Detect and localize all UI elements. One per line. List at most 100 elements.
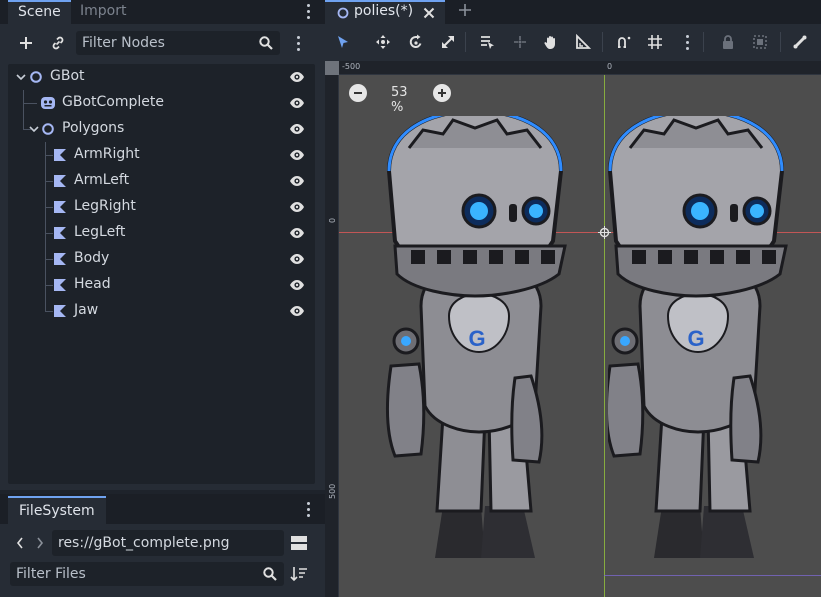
polygon2d-icon (52, 225, 68, 241)
tab-scene[interactable]: Scene (8, 0, 71, 24)
tree-item-label: Head (74, 276, 111, 292)
move-tool-icon[interactable] (371, 30, 395, 54)
grid-snap-icon[interactable] (643, 30, 667, 54)
scene-dock-menu-icon[interactable] (300, 2, 316, 20)
zoom-out-icon[interactable] (349, 84, 367, 102)
tree-item-label: Jaw (74, 302, 99, 318)
skeleton-bone-icon[interactable] (788, 30, 812, 54)
list-select-icon[interactable] (475, 30, 499, 54)
ruler-label: -500 (342, 62, 361, 71)
ruler-label: 500 (328, 483, 337, 499)
origin-pivot-icon (598, 226, 611, 239)
node2d-icon (40, 121, 56, 137)
scene-toolbar (0, 24, 325, 62)
tab-polies[interactable]: polies(*) (325, 0, 445, 24)
filter-files-field[interactable] (10, 562, 284, 586)
tree-item-body[interactable]: Body (8, 246, 315, 272)
polygon2d-icon (52, 147, 68, 163)
tree-item-armright[interactable]: ArmRight (8, 142, 315, 168)
tree-item-label: LegRight (74, 198, 136, 214)
toolbar-separator (602, 32, 603, 52)
visibility-eye-icon[interactable] (289, 95, 305, 111)
tab-import[interactable]: Import (70, 0, 136, 24)
visibility-eye-icon[interactable] (289, 199, 305, 215)
snap-options-icon[interactable] (679, 33, 695, 51)
toolbar-separator (465, 32, 466, 52)
pivot-tool-icon[interactable] (508, 30, 532, 54)
canvas-toolbar (325, 24, 821, 61)
visibility-eye-icon[interactable] (289, 147, 305, 163)
vertical-ruler[interactable]: 0 500 (325, 61, 339, 597)
select-tool-icon[interactable] (331, 30, 355, 54)
tree-item-label: LegLeft (74, 224, 126, 240)
visibility-eye-icon[interactable] (289, 173, 305, 189)
filter-files-input[interactable] (16, 562, 252, 586)
tree-item-legright[interactable]: LegRight (8, 194, 315, 220)
tree-item-gbotcomplete[interactable]: GBotComplete (8, 90, 315, 116)
filter-nodes-field[interactable] (76, 31, 280, 55)
smart-snap-icon[interactable] (612, 30, 636, 54)
filesystem-dock-menu-icon[interactable] (300, 500, 316, 518)
canvas-viewport[interactable]: G G -500 0 0 500 53 % (325, 61, 821, 597)
visibility-eye-icon[interactable] (289, 303, 305, 319)
split-mode-icon[interactable] (286, 530, 312, 556)
visibility-eye-icon[interactable] (289, 121, 305, 137)
tree-item-label: Polygons (62, 120, 125, 136)
tree-item-gbot[interactable]: GBot (8, 64, 315, 90)
polygon2d-icon (52, 303, 68, 319)
node2d-icon (28, 69, 44, 85)
ruler-label: 0 (607, 62, 613, 71)
scene-tree-options-icon[interactable] (290, 34, 306, 52)
polygon2d-icon (52, 199, 68, 215)
polygon2d-icon (52, 173, 68, 189)
zoom-in-icon[interactable] (433, 84, 451, 102)
forward-arrow-icon[interactable] (30, 530, 50, 556)
rotate-tool-icon[interactable] (404, 30, 428, 54)
tree-item-head[interactable]: Head (8, 272, 315, 298)
path-field[interactable] (52, 530, 284, 556)
scale-tool-icon[interactable] (436, 30, 460, 54)
visibility-eye-icon[interactable] (289, 69, 305, 85)
tree-item-armleft[interactable]: ArmLeft (8, 168, 315, 194)
collapse-arrow-icon[interactable] (28, 121, 40, 137)
scene-tree: GBot GBotComplete Polygons ArmRight ArmL… (8, 64, 315, 484)
sort-icon[interactable] (286, 561, 312, 587)
tree-item-label: GBot (50, 68, 85, 84)
add-node-icon[interactable] (13, 30, 39, 56)
svg-text:G: G (468, 326, 485, 351)
search-icon (262, 566, 278, 586)
gbot-sprite-complete: G (386, 116, 567, 558)
main-editor: polies(*) G G -500 0 0 500 53 % (325, 0, 821, 597)
tree-item-jaw[interactable]: Jaw (8, 298, 315, 324)
horizontal-ruler[interactable]: -500 0 (325, 61, 821, 75)
ruler-tool-icon[interactable] (571, 30, 595, 54)
tree-item-legleft[interactable]: LegLeft (8, 220, 315, 246)
path-input[interactable] (58, 530, 278, 556)
search-icon (258, 35, 274, 55)
polygon2d-icon (52, 277, 68, 293)
svg-text:G: G (687, 326, 704, 351)
collapse-arrow-icon[interactable] (15, 69, 27, 85)
ruler-corner (325, 61, 339, 75)
tree-item-label: ArmRight (74, 146, 140, 162)
new-tab-plus-icon[interactable] (457, 2, 473, 22)
visibility-eye-icon[interactable] (289, 251, 305, 267)
back-arrow-icon[interactable] (10, 530, 30, 556)
instance-scene-link-icon[interactable] (45, 30, 71, 56)
visibility-eye-icon[interactable] (289, 225, 305, 241)
scene-tabs: polies(*) (325, 0, 821, 24)
zoom-level[interactable]: 53 % (391, 85, 408, 115)
left-dock: Scene Import Filter Nodes GBot GBotCompl… (0, 0, 325, 597)
tree-item-label: GBotComplete (62, 94, 164, 110)
filter-nodes-input[interactable] (82, 31, 252, 55)
tree-item-label: Body (74, 250, 110, 266)
close-tab-icon[interactable] (422, 6, 436, 24)
group-icon[interactable] (748, 30, 772, 54)
lock-icon[interactable] (716, 30, 740, 54)
visibility-eye-icon[interactable] (289, 277, 305, 293)
polygon2d-icon (52, 251, 68, 267)
tree-item-polygons[interactable]: Polygons (8, 116, 315, 142)
tab-filesystem[interactable]: FileSystem (8, 496, 106, 524)
tree-item-label: ArmLeft (74, 172, 130, 188)
pan-hand-icon[interactable] (539, 30, 563, 54)
